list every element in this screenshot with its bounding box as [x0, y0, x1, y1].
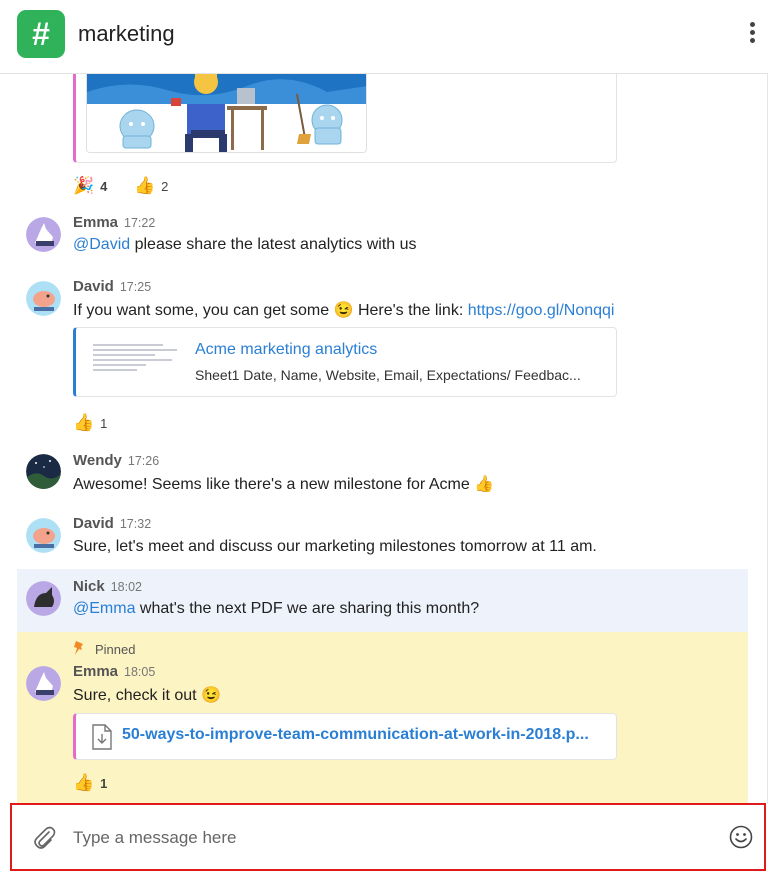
message-text: @David please share the latest analytics… — [73, 236, 417, 253]
wink-emoji-icon: 😉 — [201, 687, 221, 704]
message-author: David 17:25 — [73, 278, 152, 295]
message-text: Awesome! Seems like there's a new milest… — [73, 476, 495, 493]
pinned-label: Pinned — [95, 642, 136, 657]
thumbs-up-icon: 👍 — [73, 773, 95, 792]
spreadsheet-thumbnail — [93, 344, 181, 374]
more-options-icon[interactable] — [744, 20, 760, 46]
avatar[interactable] — [26, 281, 61, 316]
message-text: @Emma what's the next PDF we are sharing… — [73, 600, 480, 617]
file-name-link[interactable]: 50-ways-to-improve-team-communication-at… — [122, 726, 589, 744]
message-time: 18:02 — [110, 580, 142, 594]
wink-emoji-icon: 😉 — [333, 302, 354, 319]
reaction-thumbs-up[interactable]: 👍 2 — [134, 176, 168, 196]
channel-title: marketing — [78, 21, 175, 46]
message-text: Sure, let's meet and discuss our marketi… — [73, 538, 597, 555]
message-time: 17:32 — [119, 517, 152, 531]
reaction-thumbs-up[interactable]: 👍 1 — [73, 413, 107, 433]
message-text: If you want some, you can get some 😉 Her… — [73, 302, 615, 319]
message-author: Emma 17:22 — [73, 214, 156, 231]
link-preview-title[interactable]: Acme marketing analytics — [195, 341, 377, 359]
message-time: 17:25 — [119, 280, 152, 294]
file-attachment-card[interactable]: 50-ways-to-improve-team-communication-at… — [73, 713, 617, 760]
message-author: Emma 18:05 — [73, 663, 156, 680]
avatar[interactable] — [26, 454, 61, 489]
link-preview-card[interactable]: Acme marketing analytics Sheet1 Date, Na… — [73, 327, 617, 397]
thumbs-up-icon: 👍 — [73, 413, 95, 432]
mention-link[interactable]: @Emma — [73, 600, 135, 617]
attachment-image[interactable] — [86, 74, 367, 153]
thumbs-up-icon: 👍 — [134, 176, 156, 195]
message-time: 17:22 — [124, 216, 156, 230]
message-author: Nick 18:02 — [73, 578, 142, 595]
avatar[interactable] — [26, 518, 61, 553]
message-composer — [10, 803, 766, 871]
message-author: Wendy 17:26 — [73, 452, 160, 469]
avatar[interactable] — [26, 581, 61, 616]
file-download-icon[interactable] — [92, 724, 112, 755]
pin-icon — [73, 640, 85, 661]
reaction-party[interactable]: 🎉 4 — [73, 176, 107, 196]
message-link[interactable]: https://goo.gl/Nonqqi — [468, 302, 615, 319]
avatar[interactable] — [26, 217, 61, 252]
mention-link[interactable]: @David — [73, 236, 130, 253]
message-time: 17:26 — [127, 454, 160, 468]
attach-paperclip-icon[interactable] — [32, 824, 56, 855]
avatar[interactable] — [26, 666, 61, 701]
message-input[interactable] — [73, 826, 693, 850]
message-text: Sure, check it out 😉 — [73, 687, 221, 704]
emoji-picker-icon[interactable] — [729, 825, 753, 854]
reaction-thumbs-up[interactable]: 👍 1 — [73, 773, 107, 793]
party-popper-icon: 🎉 — [73, 176, 95, 195]
channel-header: # marketing — [0, 0, 768, 74]
channel-hash-icon: # — [17, 10, 65, 58]
message-time: 18:05 — [124, 665, 156, 679]
thumbs-up-icon: 👍 — [474, 476, 495, 493]
image-attachment-card[interactable] — [73, 74, 617, 163]
message-author: David 17:32 — [73, 515, 152, 532]
link-preview-description: Sheet1 Date, Name, Website, Email, Expec… — [195, 367, 581, 383]
